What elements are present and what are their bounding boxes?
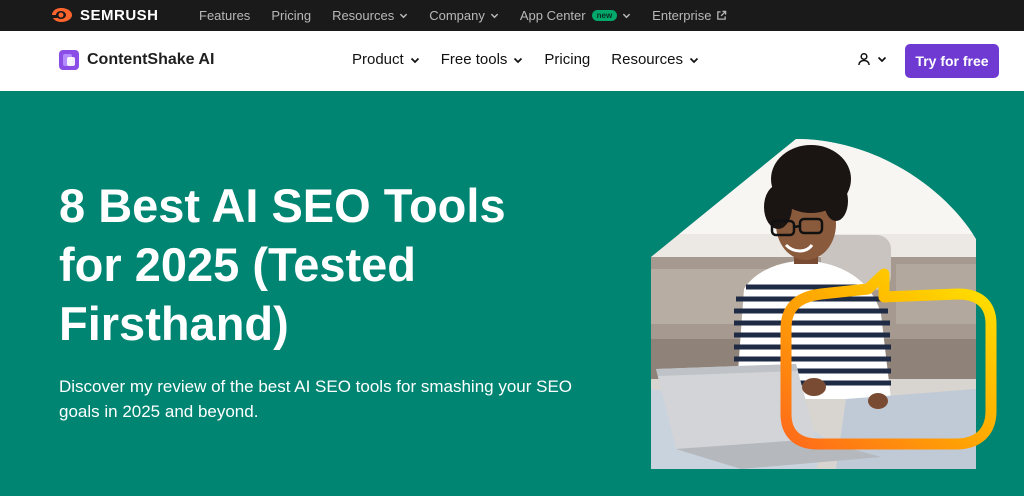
menu-product[interactable]: Product: [352, 51, 420, 68]
menu-pricing[interactable]: Pricing: [544, 51, 590, 68]
account-menu-button[interactable]: [857, 52, 887, 66]
topnav-resources[interactable]: Resources: [332, 8, 408, 23]
subtitle-line: goals in 2025 and beyond.: [59, 402, 259, 421]
topnav-features-label: Features: [199, 8, 251, 23]
topnav-resources-label: Resources: [332, 8, 395, 23]
menu-pricing-label: Pricing: [544, 51, 591, 68]
page-subtitle: Discover my review of the best AI SEO to…: [59, 374, 604, 424]
chevron-down-icon: [877, 56, 887, 63]
brand-name: ContentShake AI: [87, 51, 215, 68]
menu-free-tools-label: Free tools: [440, 51, 508, 68]
topnav-app-center[interactable]: App Center new: [520, 8, 631, 23]
contentshake-logo[interactable]: ContentShake AI: [59, 50, 214, 70]
topnav-company-label: Company: [429, 8, 485, 23]
semrush-top-nav: Features Pricing Resources Company App C…: [199, 0, 748, 31]
title-line: for 2025 (Tested: [59, 238, 416, 291]
main-menu: Product Free tools Pricing Resources: [352, 51, 720, 68]
topnav-enterprise-label: Enterprise: [652, 8, 712, 23]
topnav-company[interactable]: Company: [429, 8, 499, 23]
semrush-logo[interactable]: SEMRUSH: [50, 6, 159, 24]
contentshake-logo-icon: [59, 50, 79, 70]
topnav-pricing[interactable]: Pricing: [271, 8, 311, 23]
topnav-pricing-label: Pricing: [271, 8, 312, 23]
menu-free-tools[interactable]: Free tools: [441, 51, 524, 68]
topnav-enterprise[interactable]: Enterprise: [652, 8, 727, 23]
try-for-free-button[interactable]: Try for free: [905, 44, 999, 78]
chevron-down-icon: [623, 13, 631, 19]
woman-with-laptop-photo: [651, 139, 976, 469]
semrush-fire-icon: [52, 8, 72, 22]
title-line: 8 Best AI SEO Tools: [59, 179, 506, 232]
page-title: 8 Best AI SEO Tools for 2025 (Tested Fir…: [59, 176, 579, 353]
chevron-down-icon: [490, 13, 499, 19]
topnav-app-center-label: App Center: [519, 8, 586, 23]
semrush-logo-text: SEMRUSH: [80, 6, 159, 24]
hero-section: 8 Best AI SEO Tools for 2025 (Tested Fir…: [0, 91, 1024, 496]
menu-resources-label: Resources: [611, 51, 683, 68]
external-link-icon: [717, 10, 727, 20]
title-line: Firsthand): [59, 297, 289, 350]
chevron-down-icon: [689, 57, 699, 63]
menu-product-label: Product: [352, 51, 404, 68]
chevron-down-icon: [514, 57, 523, 63]
chevron-down-icon: [400, 13, 408, 19]
menu-resources[interactable]: Resources: [611, 51, 699, 68]
new-badge: new: [591, 10, 618, 21]
hero-illustration: [651, 139, 997, 469]
user-icon: [858, 52, 870, 66]
semrush-topbar: SEMRUSH Features Pricing Resources Compa…: [0, 0, 1024, 31]
subtitle-line: Discover my review of the best AI SEO to…: [59, 377, 573, 396]
chevron-down-icon: [410, 57, 419, 63]
topnav-features[interactable]: Features: [199, 8, 250, 23]
main-header: ContentShake AI Product Free tools Prici…: [0, 31, 1024, 91]
